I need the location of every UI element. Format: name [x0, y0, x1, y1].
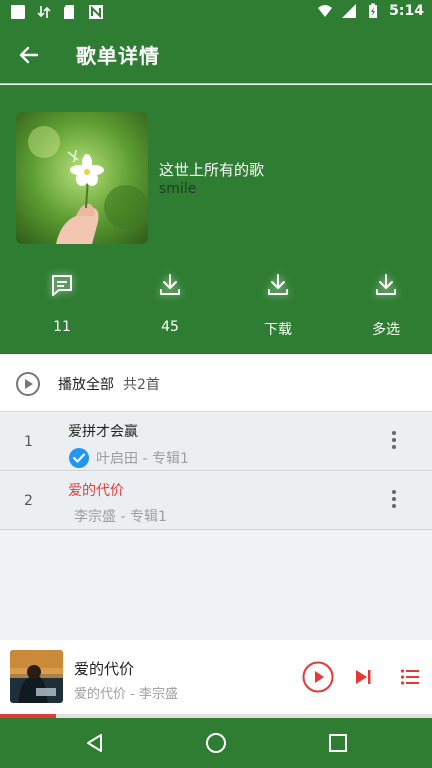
more-vert-icon [392, 431, 396, 435]
clock-time: 5:14 [389, 3, 424, 19]
favorite-download-button[interactable]: 45 [124, 271, 216, 341]
sd-card-icon [64, 5, 74, 19]
more-vert-icon-dot [392, 445, 396, 449]
play-all-label: 播放全部 [58, 377, 114, 393]
square-recents-icon [329, 734, 347, 752]
more-options-button[interactable] [390, 431, 398, 453]
toolbar: 歌单详情 [0, 26, 432, 84]
play-all-row[interactable]: 播放全部 共2首 [0, 354, 432, 412]
download-label: 下载 [264, 322, 292, 338]
comment-icon [52, 275, 72, 296]
collect-count: 45 [161, 319, 179, 335]
song-artist-album: 李宗盛 - 专辑1 [74, 509, 167, 525]
playlist-queue-button[interactable] [400, 667, 420, 691]
playlist-cover-image[interactable] [16, 112, 148, 244]
download-icon [268, 274, 288, 295]
n-icon [89, 5, 103, 19]
skip-next-icon [356, 670, 371, 684]
song-index: 1 [24, 434, 33, 450]
song-title: 爱的代价 [68, 483, 124, 499]
app-root: 5:14 歌单详情 这世上所有的歌 smile 11 45 下载 多选 播放全部… [0, 0, 432, 768]
comments-count: 11 [53, 319, 71, 335]
data-transfer-icon [37, 6, 51, 18]
song-title: 爱拼才会赢 [68, 424, 138, 440]
playlist-author[interactable]: smile [159, 181, 196, 197]
song-row[interactable]: 1 爱拼才会赢 叶启田 - 专辑1 [0, 413, 432, 471]
now-playing-subtitle: 爱的代价 - 李宗盛 [74, 687, 178, 702]
song-subtitle-row: 叶启田 - 专辑1 [68, 447, 189, 469]
nav-back-button[interactable] [84, 732, 106, 758]
battery-charging-icon [369, 3, 378, 18]
wifi-icon [318, 5, 333, 17]
arrow-back-icon [19, 46, 39, 64]
notification-square-icon [11, 5, 25, 19]
more-vert-icon-dot [392, 438, 396, 442]
more-options-button[interactable] [390, 490, 398, 512]
download-button[interactable]: 下载 [232, 271, 324, 341]
download-icon [376, 274, 396, 295]
now-playing-title: 爱的代价 [74, 660, 135, 678]
song-subtitle-row: 李宗盛 - 专辑1 [74, 506, 167, 526]
more-vert-icon-dot [392, 497, 396, 501]
triangle-back-icon [87, 734, 102, 752]
next-button[interactable] [353, 667, 373, 691]
play-circle-icon [16, 372, 40, 396]
circle-home-icon [206, 733, 226, 753]
nav-home-button[interactable] [205, 732, 227, 758]
system-nav-bar [0, 718, 432, 768]
song-count: 共2首 [123, 377, 160, 393]
mini-player[interactable]: 爱的代价 爱的代价 - 李宗盛 [0, 640, 432, 714]
more-vert-icon [392, 490, 396, 494]
album-art [10, 650, 63, 703]
playlist-header: 这世上所有的歌 smile 11 45 下载 多选 [0, 85, 432, 354]
signal-icon [342, 4, 357, 18]
song-index: 2 [24, 493, 33, 509]
song-artist-album: 叶启田 - 专辑1 [96, 451, 189, 467]
comments-button[interactable]: 11 [16, 271, 108, 341]
multi-select-button[interactable]: 多选 [340, 271, 432, 341]
check-circle-icon [69, 448, 89, 468]
playlist-title: 这世上所有的歌 [159, 161, 265, 179]
queue-list-icon [400, 669, 419, 685]
back-button[interactable] [14, 41, 44, 69]
song-row[interactable]: 2 爱的代价 李宗盛 - 专辑1 [0, 472, 432, 530]
page-title: 歌单详情 [76, 44, 160, 68]
nav-recents-button[interactable] [327, 732, 349, 758]
more-vert-icon-dot [392, 504, 396, 508]
play-circle-icon [302, 661, 334, 693]
multi-select-label: 多选 [372, 322, 400, 338]
download-icon [160, 274, 180, 295]
status-bar: 5:14 [0, 0, 432, 26]
action-row: 11 45 下载 多选 [0, 271, 432, 341]
play-button[interactable] [302, 661, 334, 697]
